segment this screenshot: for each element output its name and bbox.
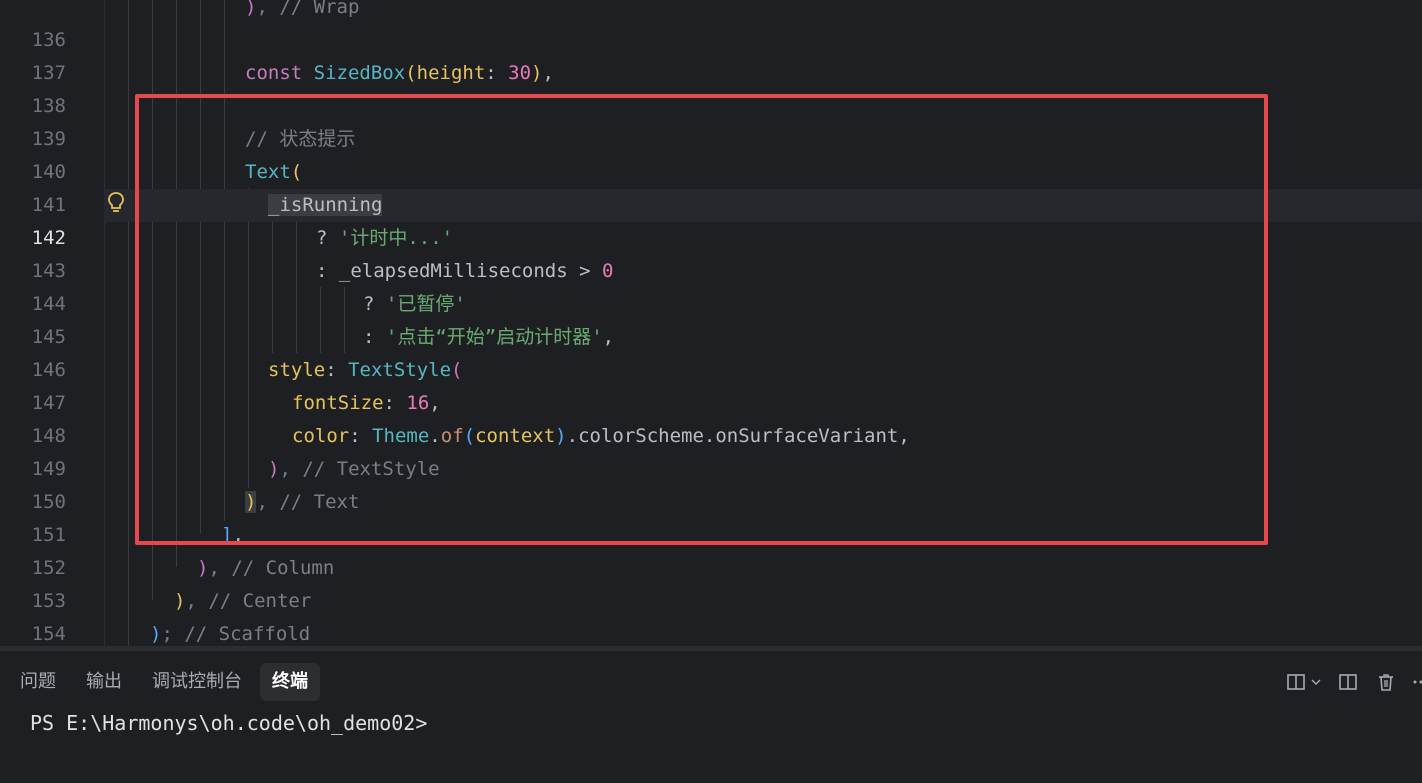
- code-line[interactable]: 153 ), // Column: [0, 552, 1422, 612]
- line-number: 141: [31, 194, 66, 216]
- split-panel-icon[interactable]: [1336, 670, 1360, 694]
- code-editor[interactable]: 136 ), // Wrap 137 138 const SizedBox(he…: [0, 0, 1422, 646]
- code-line[interactable]: 137: [0, 24, 1422, 84]
- panel-actions: [1284, 668, 1422, 696]
- panel-tabs: 问题 输出 调试控制台 终端: [8, 663, 320, 701]
- more-icon[interactable]: [1412, 670, 1422, 694]
- highlight-annotation-box: [135, 94, 1268, 545]
- split-editor-icon[interactable]: [1284, 670, 1308, 694]
- bottom-panel: 问题 输出 调试控制台 终端 PS E:\Harmonys\oh.code\oh…: [0, 651, 1422, 783]
- lightbulb-icon[interactable]: [107, 191, 125, 215]
- tab-terminal[interactable]: 终端: [260, 663, 320, 701]
- tab-output[interactable]: 输出: [74, 663, 134, 701]
- code-line[interactable]: 155 ); // Scaffold: [0, 618, 1422, 646]
- tab-debug-console[interactable]: 调试控制台: [140, 663, 254, 701]
- tab-problems[interactable]: 问题: [8, 663, 68, 701]
- terminal-prompt[interactable]: PS E:\Harmonys\oh.code\oh_demo02>: [30, 711, 427, 735]
- code-line[interactable]: 136 ), // Wrap: [0, 0, 1422, 51]
- chevron-down-icon[interactable]: [1310, 670, 1322, 694]
- code-line[interactable]: 154 ), // Center: [0, 585, 1422, 645]
- code-line[interactable]: 138 const SizedBox(height: 30),: [0, 57, 1422, 117]
- trash-icon[interactable]: [1374, 670, 1398, 694]
